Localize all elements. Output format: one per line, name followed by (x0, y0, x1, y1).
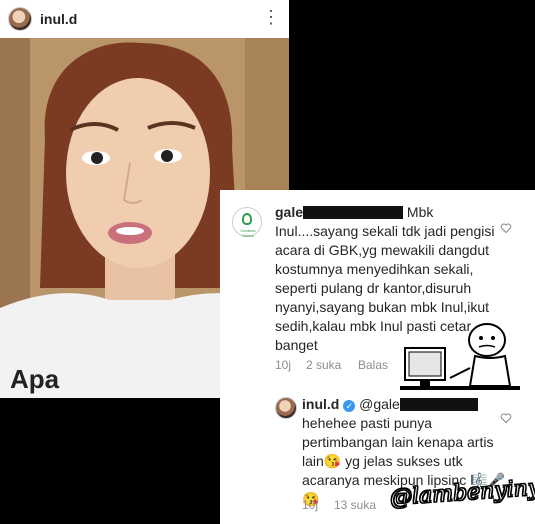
post-header: inul.d ⋮ (0, 0, 289, 38)
reply-avatar[interactable] (275, 397, 297, 419)
more-vertical-icon[interactable]: ⋮ (262, 8, 280, 26)
svg-text:Apa: Apa (10, 364, 60, 394)
reply-time: 10j (302, 498, 319, 512)
comment-reply-button[interactable]: Balas (358, 358, 388, 372)
reply-mention[interactable]: @gale (359, 396, 400, 412)
reply-username[interactable]: inul.d (302, 396, 339, 412)
like-heart-icon[interactable] (500, 222, 512, 234)
profile-avatar[interactable] (8, 7, 32, 31)
post-username[interactable]: inul.d (40, 11, 77, 27)
redacted-bar (303, 206, 404, 219)
comment-username[interactable]: gale (275, 204, 303, 220)
background-strip (0, 398, 220, 524)
comment-likes[interactable]: 2 suka (306, 358, 341, 372)
comment-time: 10j (275, 358, 292, 372)
verified-badge-icon: ✓ (343, 400, 356, 412)
meme-illustration (400, 323, 520, 390)
reply-likes[interactable]: 13 suka (334, 498, 376, 512)
redacted-bar-reply (399, 398, 478, 411)
avatar-caption: Gerakan Sentra (240, 228, 256, 238)
leaf-logo-icon (242, 213, 252, 225)
reply-like-heart-icon[interactable] (500, 412, 512, 424)
commenter-avatar[interactable]: Gerakan Sentra (232, 207, 262, 238)
comment-card: Gerakan Sentra gale Mbk Inul....sayang s… (220, 190, 535, 524)
